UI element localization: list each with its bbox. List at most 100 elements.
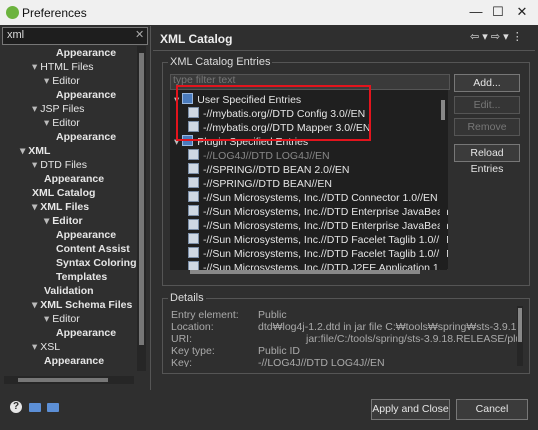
catalog-file-icon	[188, 191, 199, 202]
history-nav-icons[interactable]: ⇦ ▾ ⇨ ▾ ⋮	[470, 30, 523, 43]
tree-item-label: Editor	[52, 75, 80, 87]
catalog-entry-row[interactable]: -//Sun Microsystems, Inc.//DTD Enterpris…	[188, 205, 448, 218]
tree-item-label: XML Files	[40, 201, 90, 213]
details-field-label: URI:	[171, 333, 192, 345]
tree-item[interactable]: ▾ Editor	[44, 117, 80, 129]
expand-arrow-icon[interactable]: ▾	[32, 341, 37, 353]
details-field-label: Key type:	[171, 345, 215, 357]
expand-arrow-icon[interactable]: ▾	[32, 299, 37, 311]
tree-item-label: Appearance	[56, 327, 117, 339]
catalog-entry-row[interactable]: -//SPRING//DTD BEAN//EN	[188, 177, 332, 190]
tree-item[interactable]: Validation	[44, 285, 94, 297]
tree-item[interactable]: Appearance	[56, 47, 116, 59]
tree-item-label: Content Assist	[56, 243, 130, 255]
details-vertical-scroll-thumb[interactable]	[518, 308, 522, 342]
expand-arrow-icon[interactable]: ▾	[44, 117, 49, 129]
tree-item-label: Editor	[52, 215, 83, 227]
window-title: Preferences	[22, 6, 87, 20]
catalog-entry-label: -//SPRING//DTD BEAN//EN	[203, 178, 332, 190]
tree-item-label: XML Catalog	[32, 187, 96, 199]
reload-entries-button[interactable]: Reload Entries	[454, 144, 520, 175]
expand-arrow-icon[interactable]: ▾	[20, 145, 25, 157]
tree-item[interactable]: Appearance	[56, 229, 116, 241]
expand-arrow-icon[interactable]: ▾	[32, 103, 37, 115]
details-field-value: Public ID	[258, 345, 301, 357]
entries-vertical-scroll-thumb[interactable]	[441, 100, 445, 120]
catalog-entry-row[interactable]: -//Sun Microsystems, Inc.//DTD Connector…	[188, 191, 438, 204]
filter-input[interactable]: xml ✕	[2, 27, 148, 45]
tree-item[interactable]: ▾ Editor	[44, 75, 80, 87]
add-button[interactable]: Add...	[454, 74, 520, 92]
tree-item-label: Editor	[52, 117, 80, 129]
tree-item[interactable]: Appearance	[44, 173, 104, 185]
catalog-entry-row[interactable]: -//Sun Microsystems, Inc.//DTD Enterpris…	[188, 219, 448, 232]
catalog-entry-row[interactable]: -//LOG4J//DTD LOG4J//EN	[188, 149, 330, 162]
tree-item[interactable]: ▾ Editor	[44, 313, 80, 325]
tree-item[interactable]: Syntax Coloring	[56, 257, 137, 269]
details-label: Details	[168, 292, 206, 304]
app-icon	[6, 6, 19, 19]
tree-item-label: Editor	[52, 313, 80, 325]
expand-arrow-icon[interactable]: ▾	[44, 215, 49, 227]
close-button[interactable]: ✕	[512, 3, 532, 21]
cancel-button[interactable]: Cancel	[456, 399, 528, 420]
clear-filter-icon[interactable]: ✕	[135, 28, 144, 41]
tree-item-label: Appearance	[56, 47, 117, 59]
tree-item-label: DTD Files	[40, 159, 87, 171]
remove-button[interactable]: Remove	[454, 118, 520, 136]
highlight-annotation-box	[176, 85, 371, 141]
expand-arrow-icon[interactable]: ▾	[32, 61, 37, 73]
export-icon[interactable]	[47, 403, 59, 412]
tree-item[interactable]: ▾ JSP Files	[32, 103, 84, 115]
nav-vertical-scroll-thumb[interactable]	[139, 53, 144, 345]
tree-item-label: Appearance	[56, 89, 117, 101]
nav-horizontal-scroll-thumb[interactable]	[18, 378, 108, 382]
tree-item[interactable]: XML Catalog	[32, 187, 95, 199]
tree-item-label: Appearance	[56, 229, 117, 241]
expand-arrow-icon[interactable]: ▾	[44, 75, 49, 87]
tree-item[interactable]: ▾ XSL	[32, 341, 60, 353]
expand-arrow-icon[interactable]: ▾	[32, 201, 37, 213]
expand-arrow-icon[interactable]: ▾	[44, 313, 49, 325]
expand-arrow-icon[interactable]: ▾	[32, 159, 37, 171]
tree-item[interactable]: ▾ Editor	[44, 215, 83, 227]
tree-item[interactable]: Content Assist	[56, 243, 130, 255]
details-field-value: dtd₩log4j-1.2.dtd in jar file C:₩tools₩s…	[258, 321, 517, 333]
title-separator	[153, 50, 535, 51]
tree-item-label: JSP Files	[40, 103, 85, 115]
catalog-entry-row[interactable]: -//Sun Microsystems, Inc.//DTD Facelet T…	[188, 247, 448, 260]
apply-and-close-button[interactable]: Apply and Close	[371, 399, 450, 420]
details-field-value: -//LOG4J//DTD LOG4J//EN	[258, 357, 385, 367]
tree-item[interactable]: ▾ XML Schema Files	[32, 299, 132, 311]
tree-item[interactable]: ▾ DTD Files	[32, 159, 87, 171]
catalog-entry-row[interactable]: -//Sun Microsystems, Inc.//DTD J2EE Appl…	[188, 261, 448, 270]
tree-item[interactable]: Appearance	[56, 89, 116, 101]
catalog-entry-row[interactable]: -//SPRING//DTD BEAN 2.0//EN	[188, 163, 349, 176]
entries-horizontal-scroll-thumb[interactable]	[190, 270, 420, 274]
catalog-entry-label: -//Sun Microsystems, Inc.//DTD J2EE Appl…	[203, 262, 448, 270]
tree-item[interactable]: ▾ HTML Files	[32, 61, 94, 73]
tree-item-label: Appearance	[44, 173, 105, 185]
catalog-file-icon	[188, 233, 199, 244]
details-field-label: Entry element:	[171, 309, 239, 321]
tree-item[interactable]: Appearance	[56, 327, 116, 339]
tree-item[interactable]: ▾ XML Files	[32, 201, 89, 213]
tree-item[interactable]: Templates	[56, 271, 107, 283]
catalog-entry-row[interactable]: -//Sun Microsystems, Inc.//DTD Facelet T…	[188, 233, 448, 246]
maximize-button[interactable]: ☐	[488, 3, 508, 21]
preferences-tree: Appearance ▾ HTML Files ▾ Editor Appearance ▾ J…	[0, 46, 138, 376]
page-title: XML Catalog	[160, 32, 233, 46]
tree-item[interactable]: Appearance	[44, 355, 104, 367]
catalog-entry-label: -//SPRING//DTD BEAN 2.0//EN	[203, 164, 350, 176]
minimize-button[interactable]: —	[466, 3, 486, 21]
catalog-entry-label: -//Sun Microsystems, Inc.//DTD Facelet T…	[203, 234, 448, 246]
import-icon[interactable]	[29, 403, 41, 412]
tree-item[interactable]: ▾ XML	[20, 145, 50, 157]
catalog-entry-label: -//Sun Microsystems, Inc.//DTD Enterpris…	[203, 206, 448, 218]
edit-button[interactable]: Edit...	[454, 96, 520, 114]
details-field-value: jar:file/C:/tools/spring/sts-3.9.18.RELE…	[306, 333, 517, 345]
tree-item-label: Templates	[56, 271, 108, 283]
tree-item[interactable]: Appearance	[56, 131, 116, 143]
tree-item-label: XSL	[40, 341, 61, 353]
help-icon[interactable]: ?	[10, 401, 22, 413]
